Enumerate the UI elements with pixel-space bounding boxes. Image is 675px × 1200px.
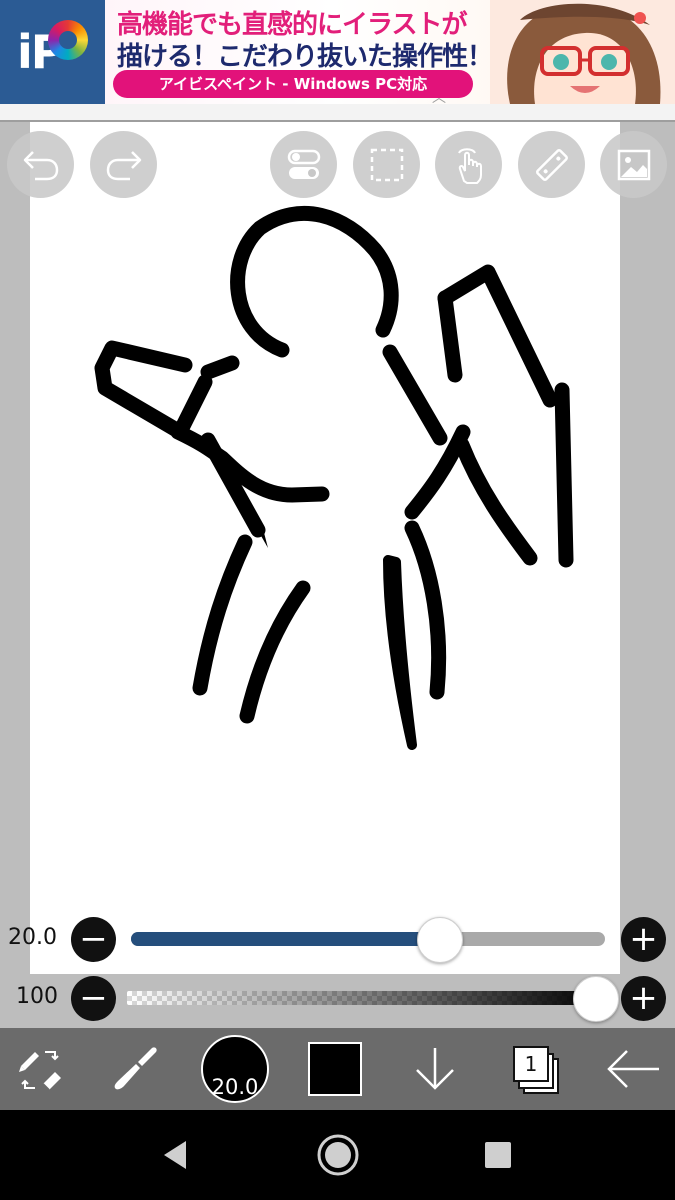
color-wheel-icon [48, 20, 88, 60]
brush-tool-button[interactable] [105, 1028, 165, 1110]
selection-button[interactable] [353, 131, 420, 198]
opacity-plus-button[interactable]: + [621, 976, 666, 1021]
move-down-icon [416, 1048, 454, 1090]
brush-size-label: 20.0 [211, 1075, 259, 1099]
recents-square-icon [485, 1142, 511, 1168]
settings-toggle-button[interactable] [270, 131, 337, 198]
ad-headline-2: 描ける！こだわり抜いた操作性！ [117, 42, 493, 72]
ad-banner[interactable]: iP 高機能でも直感的にイラストが 描ける！こだわり抜いた操作性！ アイビスペイ… [0, 0, 675, 122]
layer-count: 1 [513, 1046, 549, 1082]
opacity-thumb[interactable] [573, 976, 619, 1022]
undo-icon [23, 150, 58, 180]
sketch-strokes [94, 205, 574, 750]
move-down-button[interactable] [405, 1028, 465, 1110]
opacity-track[interactable] [127, 991, 605, 1005]
color-swatch [308, 1042, 362, 1096]
system-navigation-bar [0, 1110, 675, 1200]
ad-cta-button[interactable]: アイビスペイント - Windows PC対応 [113, 70, 473, 98]
system-home-button[interactable] [313, 1110, 363, 1200]
brush-icon [114, 1047, 157, 1090]
brush-size-slider-row: 20.0 − + [0, 915, 675, 963]
ad-divider [0, 104, 675, 122]
back-button[interactable] [600, 1028, 665, 1110]
opacity-slider-row: 100 − + [0, 974, 675, 1022]
redo-button[interactable] [90, 131, 157, 198]
swap-tool-icon [19, 1051, 61, 1091]
reference-image-button[interactable] [600, 131, 667, 198]
undo-button[interactable] [7, 131, 74, 198]
back-arrow-icon [606, 1050, 659, 1088]
brush-size-thumb[interactable] [417, 917, 464, 963]
selection-icon [370, 148, 403, 181]
ad-body: 高機能でも直感的にイラストが 描ける！こだわり抜いた操作性！ アイビスペイント … [105, 0, 675, 104]
ad-character-illustration [490, 0, 675, 104]
home-circle-icon [317, 1134, 359, 1176]
swap-tool-button[interactable] [10, 1028, 70, 1110]
touch-icon [457, 147, 482, 184]
layers-icon: 1 [511, 1044, 559, 1094]
brush-size-fill [131, 932, 440, 946]
touch-gesture-button[interactable] [435, 131, 502, 198]
ruler-icon [535, 148, 568, 181]
reference-image-icon [617, 149, 650, 180]
toggle-icon [287, 149, 320, 179]
brush-size-preview: 20.0 [201, 1035, 269, 1103]
brush-size-button[interactable]: 20.0 [200, 1028, 270, 1110]
drawing-canvas[interactable] [30, 122, 620, 974]
ibis-paint-logo: iP [0, 0, 105, 104]
layers-button[interactable]: 1 [505, 1028, 565, 1110]
ad-collapse-icon[interactable]: ︿ [432, 91, 446, 105]
redo-icon [106, 150, 141, 180]
back-triangle-icon [164, 1141, 186, 1169]
brush-size-value: 20.0 [8, 925, 57, 950]
color-button[interactable] [305, 1028, 365, 1110]
system-recents-button[interactable] [473, 1110, 523, 1200]
opacity-minus-button[interactable]: − [71, 976, 116, 1021]
bottom-toolbar: 20.0 1 [0, 1028, 675, 1110]
brush-size-minus-button[interactable]: − [71, 917, 116, 962]
brush-size-plus-button[interactable]: + [621, 917, 666, 962]
opacity-value: 100 [16, 984, 58, 1009]
ruler-button[interactable] [518, 131, 585, 198]
system-back-button[interactable] [150, 1110, 200, 1200]
